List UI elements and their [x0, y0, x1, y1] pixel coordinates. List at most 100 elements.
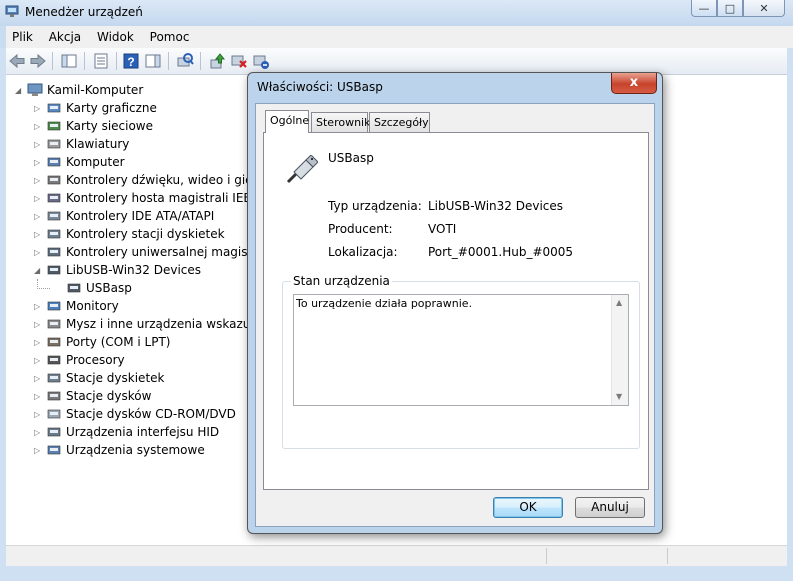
tree-item-label: Kontrolery hosta magistrali IEEE 13 — [66, 191, 278, 205]
svg-text:?: ? — [127, 55, 134, 69]
expand-arrow-icon[interactable]: ▷ — [34, 302, 43, 311]
usb-plug-icon — [67, 283, 81, 293]
expand-arrow-icon[interactable]: ▷ — [34, 428, 43, 437]
toolbar-separator — [116, 52, 117, 70]
scroll-up-icon[interactable]: ▲ — [616, 298, 622, 307]
expand-arrow-icon[interactable]: ▷ — [34, 104, 43, 113]
expand-arrow-icon[interactable]: ▷ — [34, 356, 43, 365]
expand-arrow-icon[interactable]: ▷ — [34, 176, 43, 185]
location-value: Port_#0001.Hub_#0005 — [428, 245, 574, 259]
expand-arrow-icon[interactable]: ▷ — [34, 158, 43, 167]
expand-arrow-icon[interactable]: ▷ — [34, 230, 43, 239]
manufacturer-label: Producent: — [328, 222, 393, 236]
tab-driver[interactable]: Sterownik — [311, 112, 370, 132]
close-icon: x — [629, 75, 639, 90]
scan-hardware-icon[interactable] — [176, 52, 194, 70]
properties-dialog: Właściwości: USBasp x Ogólne Sterownik S… — [247, 72, 663, 534]
floppy-drive-icon — [47, 373, 61, 383]
computer-icon — [47, 157, 61, 167]
close-icon: ✕ — [759, 1, 769, 15]
expand-arrow-icon[interactable]: ▷ — [34, 248, 43, 257]
expand-arrow-icon[interactable]: ▷ — [34, 446, 43, 455]
menu-action[interactable]: Akcja — [43, 26, 87, 44]
action-pane-icon[interactable] — [144, 52, 162, 70]
maximize-button[interactable]: □ — [717, 0, 743, 17]
toolbar-separator — [52, 52, 53, 70]
expand-arrow-icon[interactable]: ▷ — [34, 374, 43, 383]
expand-arrow-icon[interactable]: ▷ — [34, 212, 43, 221]
expand-arrow-icon[interactable]: ▷ — [34, 392, 43, 401]
close-window-button[interactable]: ✕ — [743, 0, 785, 17]
expand-arrow-icon[interactable]: ▷ — [34, 410, 43, 419]
toolbar-separator — [200, 52, 201, 70]
tree-item-label: Karty graficzne — [66, 101, 157, 115]
properties-icon[interactable] — [92, 52, 110, 70]
scroll-down-icon[interactable]: ▼ — [616, 392, 622, 401]
tree-item-label: Stacje dysków CD-ROM/DVD — [66, 407, 236, 421]
show-hide-console-tree-icon[interactable] — [60, 52, 78, 70]
update-driver-icon[interactable] — [208, 52, 226, 70]
disable-device-icon[interactable] — [230, 52, 248, 70]
minimize-icon: — — [698, 1, 710, 15]
device-status-group: Stan urządzenia To urządzenie działa pop… — [282, 274, 640, 449]
tab-general[interactable]: Ogólne — [265, 110, 309, 133]
menu-file[interactable]: Plik — [6, 26, 39, 44]
ide-icon — [47, 211, 61, 221]
device-type-label: Typ urządzenia: — [328, 199, 422, 213]
display-adapter-icon — [47, 103, 61, 113]
computer-icon — [27, 83, 43, 96]
keyboard-icon — [47, 139, 61, 149]
collapse-arrow-icon[interactable]: ◢ — [15, 86, 24, 95]
device-status-label: Stan urządzenia — [291, 274, 392, 288]
expand-arrow-icon[interactable]: ▷ — [34, 338, 43, 347]
usb-plug-icon — [47, 265, 61, 275]
forward-arrow-icon[interactable] — [29, 52, 47, 70]
mouse-icon — [47, 319, 61, 329]
sound-icon — [47, 175, 61, 185]
minimize-button[interactable]: — — [691, 0, 717, 17]
status-segment — [6, 548, 547, 564]
tree-item-label: Kontrolery uniwersalnej magistrali — [66, 245, 272, 259]
location-label: Lokalizacja: — [328, 245, 398, 259]
tree-connector-line — [37, 279, 50, 289]
status-segment — [547, 548, 668, 564]
tree-item-label: Mysz i inne urządzenia wskazujące — [66, 317, 276, 331]
expand-arrow-icon[interactable]: ▷ — [34, 320, 43, 329]
collapse-arrow-icon[interactable]: ◢ — [34, 266, 43, 275]
dialog-close-button[interactable]: x — [611, 73, 657, 94]
hid-icon — [47, 427, 61, 437]
menu-view[interactable]: Widok — [91, 26, 140, 44]
expand-arrow-icon[interactable]: ▷ — [34, 194, 43, 203]
expand-arrow-icon[interactable]: ▷ — [34, 140, 43, 149]
device-manager-icon — [5, 5, 19, 17]
disk-drive-icon — [47, 391, 61, 401]
tree-item-label: USBasp — [86, 281, 132, 295]
uninstall-device-icon[interactable] — [252, 52, 270, 70]
tree-item-label: Karty sieciowe — [66, 119, 154, 133]
tree-item-label: Kontrolery stacji dyskietek — [66, 227, 225, 241]
tree-item-label: Stacje dyskietek — [66, 371, 165, 385]
status-scrollbar[interactable]: ▲ ▼ — [611, 295, 628, 405]
back-arrow-icon[interactable] — [8, 52, 26, 70]
toolbar: ? — [6, 48, 787, 75]
menu-help[interactable]: Pomoc — [144, 26, 196, 44]
tree-item-label: Procesory — [66, 353, 125, 367]
window-frame-bottom — [0, 566, 793, 581]
help-icon[interactable]: ? — [122, 52, 140, 70]
tree-item-label: Urządzenia systemowe — [66, 443, 205, 457]
cancel-button[interactable]: Anuluj — [575, 497, 645, 518]
toolbar-separator — [84, 52, 85, 70]
general-tab-page: USBasp Typ urządzenia: LibUSB-Win32 Devi… — [263, 132, 649, 490]
ok-button[interactable]: OK — [493, 497, 563, 518]
tree-item-label: Klawiatury — [66, 137, 130, 151]
device-type-value: LibUSB-Win32 Devices — [428, 199, 564, 213]
processor-icon — [47, 355, 61, 365]
tab-details[interactable]: Szczegóły — [369, 112, 430, 132]
toolbar-separator — [168, 52, 169, 70]
device-name: USBasp — [328, 151, 374, 165]
menu-bar: Plik Akcja Widok Pomoc — [0, 26, 793, 48]
tree-item-label: Kontrolery dźwięku, wideo i gier — [66, 173, 258, 187]
device-status-textbox[interactable]: To urządzenie działa poprawnie. ▲ ▼ — [293, 294, 629, 406]
expand-arrow-icon[interactable]: ▷ — [34, 122, 43, 131]
tree-item-label: Kontrolery IDE ATA/ATAPI — [66, 209, 215, 223]
